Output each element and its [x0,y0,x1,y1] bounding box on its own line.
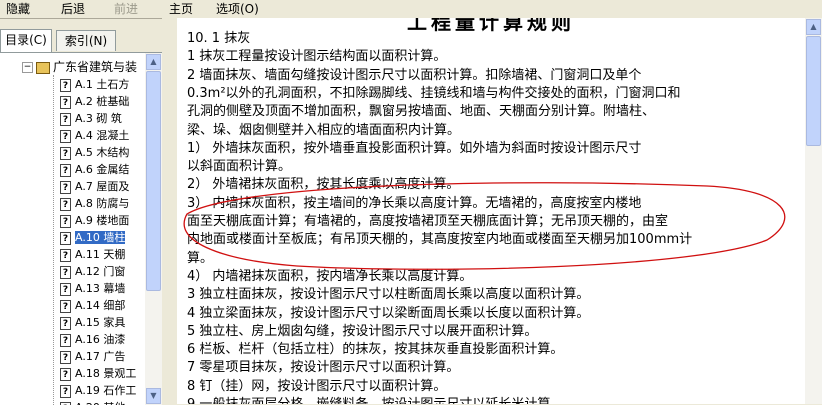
help-topic-icon: ? [60,249,71,262]
tree-guide-line [53,75,55,405]
help-topic-icon: ? [60,130,71,143]
tree-item-label: A.9 楼地面 [75,214,129,227]
scroll-up-icon[interactable]: ▲ [146,54,161,70]
options-button[interactable]: 选项(O) [216,1,259,17]
scroll-up-icon[interactable]: ▲ [806,19,821,35]
collapse-icon[interactable]: − [22,62,33,73]
contents-tree: − 广东省建筑与装 ? A.1 土石方? A.2 桩基础? A.3 砌 筑? A.4 混凝… [0,52,162,405]
content-line: 以斜面面积计算。 [187,158,803,176]
content-line: 10. 1 抹灰 [187,30,803,48]
tree-item-label: A.10 墙柱 [75,231,125,244]
tree-item-label: A.6 金属结 [75,163,129,176]
tree-item-label: A.15 家具 [75,316,125,329]
pane-splitter[interactable] [162,18,177,404]
tab-contents[interactable]: 目录(C) [0,29,52,52]
tree-item-label: A.11 天棚 [75,248,125,261]
help-topic-icon: ? [60,368,71,381]
tree-item-label: A.17 广告 [75,350,125,363]
tree-item-label: A.7 屋面及 [75,180,129,193]
content-line: 4） 内墙裙抹灰面积，按内墙净长乘以高度计算。 [187,268,803,286]
help-topic-icon: ? [60,181,71,194]
tree-item-label: A.4 混凝土 [75,129,129,142]
back-button[interactable]: 后退 [61,1,85,17]
help-topic-icon: ? [60,334,71,347]
help-topic-icon: ? [60,402,71,405]
book-icon [36,62,50,74]
content-pane: 工程量计算规则 10. 1 抹灰 1 抹灰工程量按设计图示结构面以面积计算。 2… [177,18,805,404]
tree-item-label: A.13 幕墙 [75,282,125,295]
content-line: 1） 外墙抹灰面积，按外墙垂直投影面积计算。如外墙为斜面时按设计图示尺寸 [187,140,803,158]
help-topic-icon: ? [60,385,71,398]
help-topic-icon: ? [60,215,71,228]
content-line: 0.3m²以外的孔洞面积，不扣除踢脚线、挂镜线和墙与构件交接处的面积，门窗洞口和 [187,85,803,103]
content-line: 7 零星项目抹灰，按设计图示尺寸以面积计算。 [187,359,803,377]
tree-item-label: A.12 门窗 [75,265,125,278]
tree-root-label: 广东省建筑与装 [53,60,137,74]
tree-item-label: A.3 砌 筑 [75,112,122,125]
tree-item-label: A.14 细部 [75,299,125,312]
help-topic-icon: ? [60,283,71,296]
content-line: 4 独立梁面抹灰，按设计图示尺寸以梁断面周长乘以长度以面积计算。 [187,305,803,323]
content-line: 6 栏板、栏杆（包括立柱）的抹灰，按其抹灰垂直投影面积计算。 [187,341,803,359]
tree-item-label: A.1 土石方 [75,78,129,91]
help-topic-icon: ? [60,317,71,330]
content-line: 面至天棚底面计算；有墙裙的，高度按墙裙顶至天棚底面计算；无吊顶天棚的，由室 [187,213,803,231]
content-line: 算。 [187,250,803,268]
scroll-down-icon[interactable]: ▼ [146,388,161,404]
content-line: 9 一般抹灰面层分格、嵌缝料备，按设计图示尺寸以延长米计算。 [187,396,803,404]
tree-root[interactable]: − 广东省建筑与装 [22,59,137,75]
content-line: 内地面或楼面计至板底；有吊顶天棚的，其高度按室内地面或楼面至天棚另加100mm计 [187,231,803,249]
help-topic-icon: ? [60,266,71,279]
nav-tabs: 目录(C) 索引(N) [0,30,162,52]
help-topic-icon: ? [60,147,71,160]
home-button[interactable]: 主页 [169,1,193,17]
tree-item-label: A.20 其他 [75,401,125,405]
content-line: 2） 外墙裙抹灰面积，按其长度乘以高度计算。 [187,176,803,194]
tree-scrollbar[interactable]: ▲ ▼ [145,53,162,405]
content-line: 3） 内墙抹灰面积，按主墙间的净长乘以高度计算。无墙裙的，高度按室内楼地 [187,195,803,213]
help-topic-icon: ? [60,351,71,364]
help-topic-icon: ? [60,96,71,109]
content-scrollbar[interactable]: ▲ [805,18,822,404]
content-line: 2 墙面抹灰、墙面勾缝按设计图示尺寸以面积计算。扣除墙裙、门窗洞口及单个 [187,67,803,85]
forward-button[interactable]: 前进 [114,1,138,17]
content-scroll-thumb[interactable] [806,36,821,146]
help-topic-icon: ? [60,79,71,92]
tree-item-label: A.18 景观工 [75,367,136,380]
help-topic-icon: ? [60,198,71,211]
help-topic-icon: ? [60,164,71,177]
content-line: 8 钉（挂）网，按设计图示尺寸以面积计算。 [187,378,803,396]
content-line: 5 独立柱、房上烟囱勾缝，按设计图示尺寸以展开面积计算。 [187,323,803,341]
tree-scroll-thumb[interactable] [146,71,161,291]
content-line: 孔洞的侧壁及顶面不增加面积，飘窗另按墙面、地面、天棚面分别计算。附墙柱、 [187,103,803,121]
help-topic-icon: ? [60,113,71,126]
content-line: 梁、垛、烟囱侧壁并入相应的墙面面积内计算。 [187,122,803,140]
tree-item-label: A.8 防腐与 [75,197,129,210]
content-line: 1 抹灰工程量按设计图示结构面以面积计算。 [187,48,803,66]
tab-index[interactable]: 索引(N) [56,30,116,51]
tree-item-label: A.5 木结构 [75,146,129,159]
hide-button[interactable]: 隐藏 [6,1,30,17]
tree-item-label: A.2 桩基础 [75,95,129,108]
help-topic-icon: ? [60,232,71,245]
content-line: 3 独立柱面抹灰，按设计图示尺寸以柱断面周长乘以高度以面积计算。 [187,286,803,304]
tree-item-label: A.16 油漆 [75,333,125,346]
help-topic-icon: ? [60,300,71,313]
tree-item-label: A.19 石作工 [75,384,136,397]
toolbar: 隐藏 后退 前进 主页 选项(O) [0,0,822,19]
